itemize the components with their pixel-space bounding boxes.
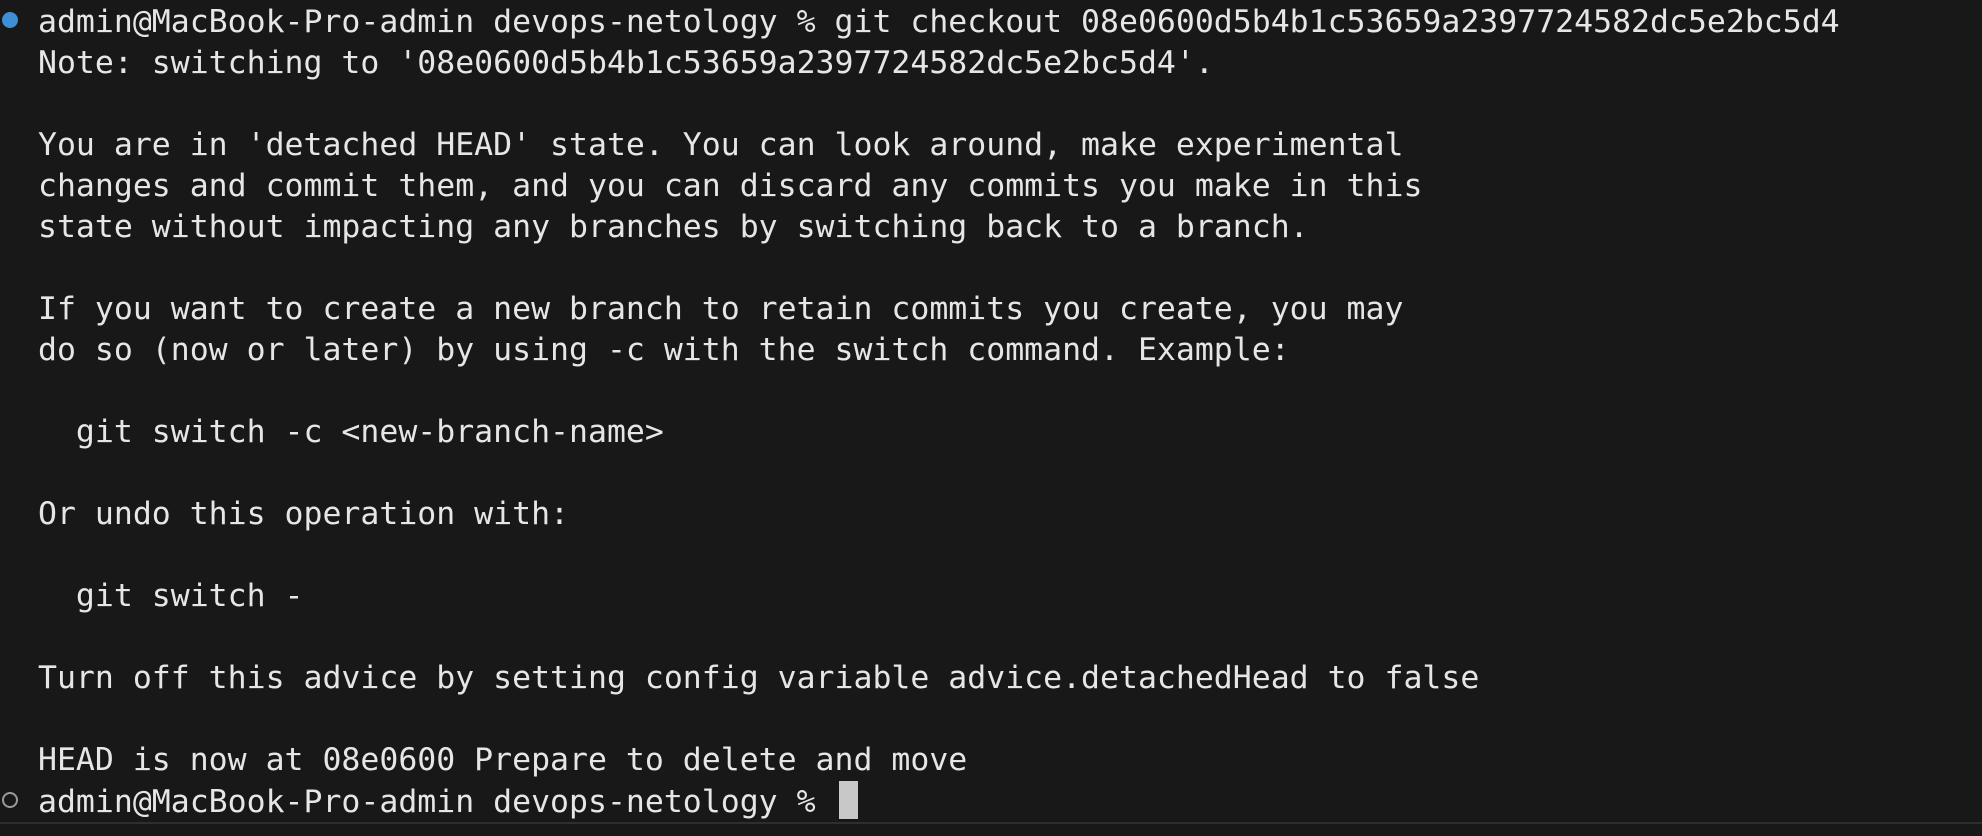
- output-line: You are in 'detached HEAD' state. You ca…: [38, 127, 1404, 163]
- output-line: git switch -: [38, 578, 304, 614]
- output-line: state without impacting any branches by …: [38, 209, 1309, 245]
- output-line: HEAD is now at 08e0600 Prepare to delete…: [38, 742, 968, 778]
- output-line: Note: switching to '08e0600d5b4b1c53659a…: [38, 45, 1214, 81]
- partially-visible-row: [160, 827, 250, 836]
- command-success-icon[interactable]: [2, 12, 18, 28]
- output-line: Or undo this operation with:: [38, 496, 570, 532]
- output-line: do so (now or later) by using -c with th…: [38, 332, 1290, 368]
- command-pending-icon[interactable]: [2, 792, 18, 808]
- output-line: Turn off this advice by setting config v…: [38, 660, 1480, 696]
- terminal-panel[interactable]: admin@MacBook-Pro-admin devops-netology …: [0, 0, 1982, 836]
- divider: [0, 822, 1982, 824]
- prompt-text: admin@MacBook-Pro-admin devops-netology …: [38, 4, 835, 40]
- prompt-text: admin@MacBook-Pro-admin devops-netology …: [38, 784, 816, 820]
- output-line: changes and commit them, and you can dis…: [38, 168, 1423, 204]
- current-prompt-line[interactable]: admin@MacBook-Pro-admin devops-netology …: [38, 781, 858, 821]
- command-text: git checkout 08e0600d5b4b1c53659a2397724…: [834, 4, 1840, 40]
- command-line: admin@MacBook-Pro-admin devops-netology …: [38, 2, 1840, 42]
- text-cursor: [838, 781, 858, 819]
- output-line: If you want to create a new branch to re…: [38, 291, 1404, 327]
- output-line: git switch -c <new-branch-name>: [38, 414, 664, 450]
